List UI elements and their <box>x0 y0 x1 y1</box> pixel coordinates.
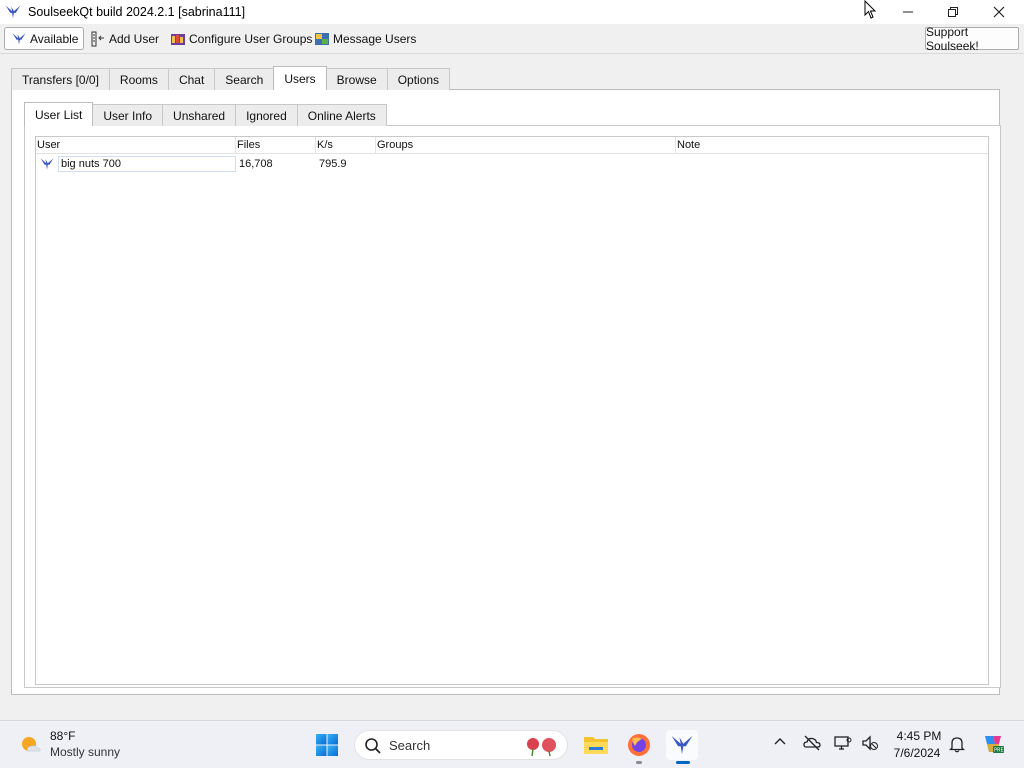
user-groups-icon <box>171 33 185 45</box>
soulseek-active-indicator <box>676 761 690 764</box>
svg-text:PRE: PRE <box>994 748 1004 754</box>
windows-start-icon[interactable] <box>315 733 339 757</box>
status-label: Available <box>30 31 79 46</box>
search-icon <box>365 738 381 754</box>
table-row[interactable]: big nuts 700 16,708 795.9 <box>36 155 988 173</box>
column-header-files[interactable]: Files <box>236 137 316 154</box>
tab-options[interactable]: Options <box>386 68 451 90</box>
configure-user-groups-button[interactable]: Configure User Groups <box>170 27 312 50</box>
toolbar: Available Add User Configure User Groups… <box>0 24 1024 54</box>
add-user-button[interactable]: Add User <box>90 27 159 50</box>
main-tab-bar: Transfers [0/0] Rooms Chat Search Users … <box>11 66 451 90</box>
configure-groups-label: Configure User Groups <box>189 31 313 46</box>
soulseek-taskbar-button[interactable] <box>666 730 698 760</box>
file-explorer-button[interactable] <box>580 730 612 760</box>
add-user-label: Add User <box>109 31 160 46</box>
tab-search[interactable]: Search <box>214 68 275 90</box>
restore-icon <box>948 7 958 17</box>
tab-browse[interactable]: Browse <box>325 68 388 90</box>
message-users-label: Message Users <box>333 31 417 46</box>
weather-sun-cloud-icon <box>22 737 41 752</box>
minimize-button[interactable] <box>885 0 931 24</box>
firefox-running-indicator <box>636 761 642 764</box>
users-subtab-bar: User List User Info Unshared Ignored Onl… <box>24 102 387 126</box>
close-button[interactable] <box>976 0 1022 24</box>
column-header-note[interactable]: Note <box>676 137 988 154</box>
network-icon[interactable] <box>834 735 852 751</box>
subtab-user-info[interactable]: User Info <box>92 104 164 126</box>
window-title: SoulseekQt build 2024.2.1 [sabrina111] <box>28 5 246 19</box>
column-header-groups[interactable]: Groups <box>376 137 676 154</box>
onedrive-offline-icon[interactable] <box>803 735 821 751</box>
subtab-ignored[interactable]: Ignored <box>235 104 298 126</box>
tab-users[interactable]: Users <box>273 66 327 90</box>
subtab-unshared[interactable]: Unshared <box>162 104 237 126</box>
files-cell: 16,708 <box>239 158 273 170</box>
notification-bell-icon[interactable] <box>949 735 965 753</box>
taskbar-search-box[interactable]: Search <box>354 730 568 760</box>
file-explorer-icon <box>584 737 608 754</box>
weather-description[interactable]: Mostly sunny <box>50 745 120 759</box>
subtab-online-alerts[interactable]: Online Alerts <box>296 104 387 126</box>
clock-date[interactable]: 7/6/2024 <box>889 746 945 760</box>
soulseek-bird-icon <box>40 158 54 170</box>
support-label: Support Soulseek! <box>926 24 979 53</box>
firefox-button[interactable] <box>623 730 655 760</box>
roses-icon <box>527 738 556 757</box>
table-header: User Files K/s Groups Note <box>36 137 988 154</box>
chevron-up-icon[interactable] <box>773 735 787 749</box>
message-users-icon <box>315 32 329 45</box>
subtab-user-list[interactable]: User List <box>24 102 94 126</box>
tab-rooms[interactable]: Rooms <box>108 68 169 90</box>
tab-transfers[interactable]: Transfers [0/0] <box>11 68 110 90</box>
column-header-user[interactable]: User <box>36 137 236 154</box>
column-header-speed[interactable]: K/s <box>316 137 376 154</box>
soulseek-icon <box>671 735 693 755</box>
speed-cell: 795.9 <box>319 158 347 170</box>
user-name-cell[interactable]: big nuts 700 <box>58 156 236 172</box>
close-icon <box>993 6 1005 18</box>
soulseek-bird-icon <box>5 5 21 19</box>
support-soulseek-button[interactable]: Support Soulseek! <box>925 24 1019 53</box>
user-list-table[interactable]: User Files K/s Groups Note big nuts 700 … <box>35 136 989 685</box>
windows-taskbar: 88°F Mostly sunny Search 4:45 PM 7/6/202… <box>0 720 1024 768</box>
mouse-cursor-icon <box>864 0 877 19</box>
firefox-icon <box>628 734 650 756</box>
search-placeholder: Search <box>389 738 431 753</box>
volume-muted-icon[interactable] <box>861 735 879 751</box>
status-available-button[interactable]: Available <box>4 27 84 50</box>
soulseek-bird-icon <box>12 32 26 45</box>
weather-temperature[interactable]: 88°F <box>50 729 75 743</box>
clock-time[interactable]: 4:45 PM <box>893 729 945 743</box>
restore-button[interactable] <box>930 0 976 24</box>
add-user-icon <box>91 31 104 46</box>
copilot-icon[interactable]: PRE <box>981 732 1005 756</box>
message-users-button[interactable]: Message Users <box>314 27 416 50</box>
tab-chat[interactable]: Chat <box>167 68 216 90</box>
minimize-icon <box>903 11 913 13</box>
